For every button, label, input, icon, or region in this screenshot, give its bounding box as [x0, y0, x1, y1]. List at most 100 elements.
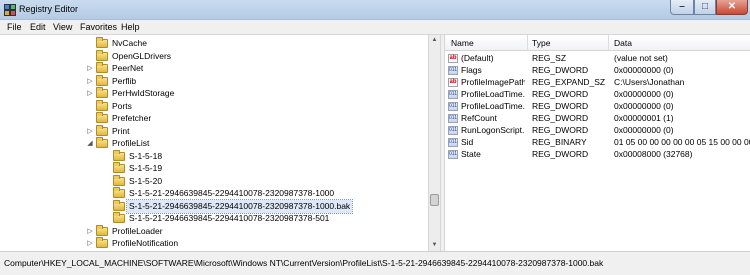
expand-arrow-icon — [103, 150, 111, 163]
column-type[interactable]: Type — [532, 38, 550, 48]
tree-item[interactable]: NvCache — [0, 37, 428, 50]
menu-help[interactable]: Help — [121, 22, 140, 32]
maximize-button[interactable]: □ — [694, 0, 716, 15]
column-name[interactable]: Name — [451, 38, 474, 48]
tree-item-label: Print — [112, 125, 130, 136]
tree-item-label: S-1-5-18 — [129, 150, 163, 161]
tree-item-label: ProfileLoader — [112, 225, 163, 236]
expand-arrow-icon — [103, 175, 111, 188]
string-value-icon: ab — [448, 54, 458, 63]
tree-item[interactable]: S-1-5-21-2946639845-2294410078-232098737… — [0, 198, 428, 214]
tree-item-label: S-1-5-20 — [129, 175, 163, 186]
tree-item[interactable]: ◢ ProfileList — [0, 137, 428, 150]
expand-arrow-icon — [86, 100, 94, 113]
tree-item-label: ProfileList — [112, 138, 150, 148]
menu-edit[interactable]: Edit — [30, 22, 46, 32]
tree-item-label: OpenGLDrivers — [112, 50, 172, 61]
binary-value-icon: 011 — [448, 66, 458, 75]
tree-item-label: Prefetcher — [112, 113, 152, 123]
value-data: 0x00008000 (32768) — [614, 149, 693, 159]
expand-arrow-icon[interactable]: ▷ — [86, 225, 94, 238]
value-row[interactable]: 011 State REG_DWORD 0x00008000 (32768) — [445, 148, 750, 161]
expand-arrow-icon — [86, 37, 94, 50]
expand-arrow-icon[interactable]: ▷ — [86, 237, 94, 250]
expand-arrow-icon[interactable]: ▷ — [86, 125, 94, 138]
folder-icon — [96, 237, 108, 248]
binary-value-icon: 011 — [448, 90, 458, 99]
tree-item[interactable]: S-1-5-21-2946639845-2294410078-232098737… — [0, 212, 428, 225]
tree-item-label: S-1-5-21-2946639845-2294410078-232098737… — [129, 213, 330, 223]
tree-item[interactable]: ▷ ProfileLoader — [0, 224, 428, 238]
folder-icon — [96, 87, 108, 98]
expand-arrow-icon — [103, 212, 111, 225]
scroll-down-icon[interactable]: ▼ — [429, 240, 440, 251]
tree-item-label: PerHwIdStorage — [112, 88, 175, 98]
expand-arrow-icon[interactable]: ▷ — [86, 75, 94, 88]
key-tree[interactable]: NvCache OpenGLDrivers ▷ PeerNet ▷ Perflib ▷ Per… — [0, 35, 428, 251]
tree-item[interactable]: S-1-5-20 — [0, 174, 428, 188]
tree-item[interactable]: ▷ Print — [0, 124, 428, 138]
tree-item[interactable]: S-1-5-19 — [0, 162, 428, 175]
tree-item-label: NvCache — [112, 38, 147, 48]
registry-editor-icon — [4, 4, 16, 16]
expand-arrow-icon — [103, 200, 111, 213]
folder-icon — [113, 187, 125, 198]
menu-view[interactable]: View — [53, 22, 72, 32]
expand-arrow-icon — [86, 112, 94, 125]
value-type: REG_DWORD — [532, 149, 589, 159]
tree-item[interactable]: OpenGLDrivers — [0, 49, 428, 63]
tree-item[interactable]: S-1-5-18 — [0, 149, 428, 163]
column-divider[interactable] — [527, 35, 528, 51]
folder-icon — [96, 37, 108, 48]
tree-item-label: PeerNet — [112, 63, 144, 73]
tree-item[interactable]: Ports — [0, 99, 428, 113]
expand-arrow-icon — [103, 187, 111, 200]
scroll-thumb[interactable] — [430, 194, 439, 206]
column-data[interactable]: Data — [614, 38, 632, 48]
tree-item-label: ProfileNotification — [112, 238, 179, 248]
binary-value-icon: 011 — [448, 126, 458, 135]
value-list[interactable]: Name Type Data ab (Default) REG_SZ (value n… — [445, 35, 750, 251]
menu-favorites[interactable]: Favorites — [80, 22, 117, 32]
expand-arrow-icon[interactable]: ▷ — [86, 87, 94, 100]
expand-arrow-icon — [103, 162, 111, 175]
status-path: Computer\HKEY_LOCAL_MACHINE\SOFTWARE\Mic… — [4, 258, 604, 268]
menu-file[interactable]: File — [7, 22, 22, 32]
folder-icon — [96, 62, 108, 73]
status-bar: Computer\HKEY_LOCAL_MACHINE\SOFTWARE\Mic… — [0, 251, 750, 275]
folder-icon — [96, 99, 108, 111]
tree-item[interactable]: S-1-5-21-2946639845-2294410078-232098737… — [0, 187, 428, 200]
collapse-arrow-icon[interactable]: ◢ — [86, 137, 94, 150]
binary-value-icon: 011 — [448, 150, 458, 159]
folder-icon — [96, 137, 108, 148]
tree-item[interactable]: ▷ PerHwIdStorage — [0, 87, 428, 100]
title-bar: Registry Editor – □ ✕ — [0, 0, 750, 20]
folder-icon — [113, 212, 125, 223]
close-icon: ✕ — [727, 1, 737, 12]
menu-bar: File Edit View Favorites Help — [0, 20, 750, 35]
binary-value-icon: 011 — [448, 138, 458, 147]
binary-value-icon: 011 — [448, 102, 458, 111]
value-name: State — [461, 149, 481, 159]
column-divider[interactable] — [608, 35, 609, 51]
close-button[interactable]: ✕ — [716, 0, 748, 15]
expand-arrow-icon[interactable]: ▷ — [86, 62, 94, 75]
scroll-up-icon[interactable]: ▲ — [429, 35, 440, 46]
tree-scrollbar[interactable]: ▲ ▼ — [428, 35, 440, 251]
tree-item-label: Ports — [112, 100, 132, 111]
tree-item[interactable]: ▷ ProfileNotification — [0, 237, 428, 250]
folder-icon — [113, 162, 125, 173]
tree-item-label: S-1-5-19 — [129, 163, 163, 173]
tree-item[interactable]: Prefetcher — [0, 112, 428, 125]
tree-item[interactable]: ▷ Perflib — [0, 74, 428, 88]
tree-item-label: S-1-5-21-2946639845-2294410078-232098737… — [125, 198, 354, 214]
window-title: Registry Editor — [19, 4, 79, 14]
tree-item-label: S-1-5-21-2946639845-2294410078-232098737… — [129, 188, 335, 198]
tree-item[interactable]: ▷ PeerNet — [0, 62, 428, 75]
folder-icon — [96, 124, 108, 136]
folder-icon — [96, 224, 108, 236]
minimize-button[interactable]: – — [670, 0, 694, 15]
folder-icon — [96, 49, 108, 61]
folder-icon — [113, 174, 125, 186]
minimize-icon: – — [679, 1, 685, 12]
